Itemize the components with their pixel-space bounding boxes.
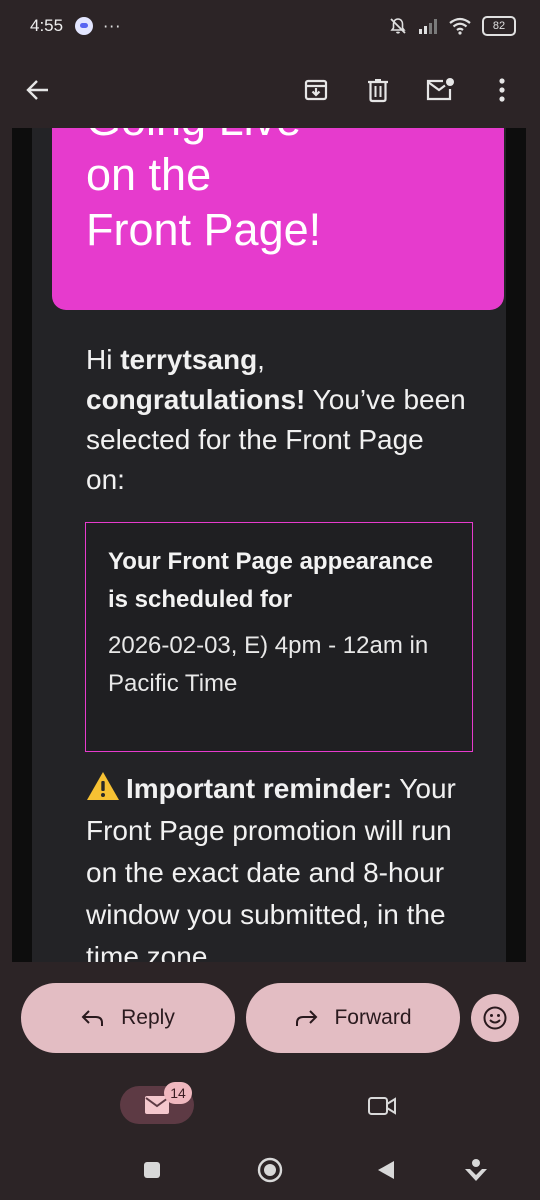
back-triangle-icon [378,1161,394,1179]
archive-icon [304,79,328,101]
back-arrow-icon [26,80,48,100]
discord-notification-icon [75,17,94,35]
mute-icon [390,18,406,34]
battery-indicator: 82 [482,16,516,36]
forward-button[interactable]: Forward [246,983,460,1053]
signal-icon [419,19,437,34]
toolbar-actions [296,70,522,110]
system-navigation [0,1140,540,1200]
more-vert-icon [499,78,505,102]
assistant-button[interactable] [460,1154,492,1186]
delete-icon [368,79,388,103]
bottom-navigation: 14 [0,1072,540,1140]
username: terrytsang [120,344,258,375]
greeting-prefix: Hi [86,344,121,375]
reminder-paragraph: Important reminder: Your Front Page prom… [86,768,470,962]
schedule-heading: Your Front Page appearance is scheduled … [108,548,433,613]
reply-icon [81,1010,104,1026]
mail-unread-badge: 14 [164,1082,192,1104]
status-icons: 82 [388,16,516,36]
forward-label: Forward [334,1006,412,1029]
more-options-button[interactable] [482,70,522,110]
reminder-heading: Important reminder: [126,773,393,804]
hero-title: Going Live on the Front Page! [86,128,322,255]
back-button[interactable] [18,70,58,110]
greeting-comma: , [257,344,265,375]
status-bar: 4:55 ··· 82 [0,0,540,52]
recents-button[interactable] [136,1154,168,1186]
warning-icon [87,772,119,800]
video-icon [368,1097,396,1115]
email-body[interactable]: Going Live on the Front Page! Hi terryts… [0,128,540,962]
recents-icon [144,1162,160,1178]
greeting-paragraph: Hi terrytsang, congratulations! You’ve be… [86,340,470,500]
assistant-icon [465,1159,487,1181]
archive-button[interactable] [296,70,336,110]
wifi-icon [449,17,471,35]
delete-button[interactable] [358,70,398,110]
schedule-box: Your Front Page appearance is scheduled … [85,522,473,752]
reply-button[interactable]: Reply [21,983,235,1053]
app-bar [0,52,540,128]
emoji-react-button[interactable] [471,994,519,1042]
mark-unread-icon [426,78,454,101]
more-notifications-icon: ··· [103,16,122,36]
meet-tab[interactable] [362,1088,402,1124]
congrats-text: congratulations! [86,384,306,415]
reply-label: Reply [121,1006,175,1029]
home-icon [257,1157,283,1183]
schedule-time: 2026-02-03, E) 4pm - 12am in Pacific Tim… [108,632,429,697]
action-bar: Reply Forward [0,962,540,1072]
mail-tab[interactable]: 14 [120,1082,194,1124]
mark-unread-button[interactable] [420,70,460,110]
emoji-react-icon [483,1006,507,1030]
hero-banner: Going Live on the Front Page! [52,128,504,310]
forward-icon [296,1010,318,1026]
status-time: 4:55 [30,16,64,35]
home-button[interactable] [254,1154,286,1186]
back-system-button[interactable] [370,1154,402,1186]
